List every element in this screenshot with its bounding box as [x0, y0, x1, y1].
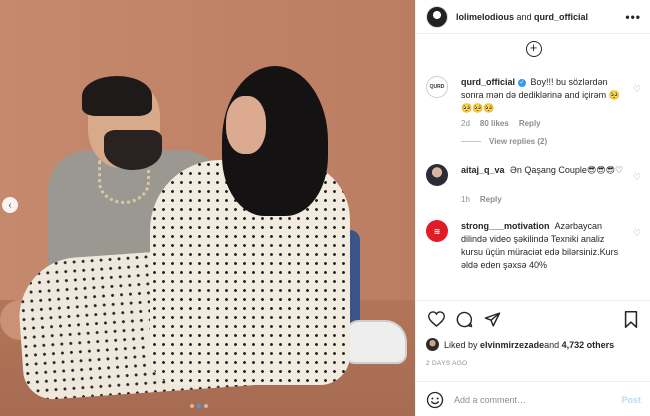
comment: ≋ strong___motivation Azərbaycan dilində…: [416, 214, 650, 272]
action-icons: [426, 309, 641, 329]
comment-username[interactable]: aitaj_q_va: [461, 165, 505, 175]
comment-input[interactable]: [454, 394, 622, 405]
liked-by: Liked by elvinmirzezade and 4,732 others: [426, 338, 614, 351]
plus-circle-icon[interactable]: +: [525, 41, 542, 57]
instagram-post: ‹ lolimelodious and qurd_official ••• + …: [0, 0, 650, 416]
liker-avatar[interactable]: [426, 338, 439, 351]
comment-meta: 2d 80 likes Reply: [461, 119, 650, 128]
share-paper-plane-icon[interactable]: [482, 309, 502, 329]
man-beard: [104, 130, 162, 170]
reply-button[interactable]: Reply: [519, 119, 541, 128]
comment: QURD qurd_official ✓ Boy!!! bu sözlərdən …: [416, 70, 650, 115]
carousel-dot: [190, 404, 194, 408]
bookmark-icon[interactable]: [621, 309, 641, 329]
comment-body: qurd_official ✓ Boy!!! bu sözlərdən sonra…: [461, 76, 626, 115]
post-actions: Liked by elvinmirzezade and 4,732 others…: [416, 300, 650, 416]
likes-count[interactable]: 4,732 others: [562, 340, 615, 350]
reply-line: [461, 141, 481, 142]
post-timestamp[interactable]: 2 DAYS AGO: [426, 360, 468, 367]
carousel-dot-active: [197, 404, 201, 408]
liker-username[interactable]: elvinmirzezade: [480, 340, 544, 350]
comment-username[interactable]: strong___motivation: [461, 221, 550, 231]
verified-badge-icon: ✓: [518, 78, 527, 87]
woman-face: [226, 96, 266, 154]
comment-meta: 1h Reply: [461, 195, 650, 204]
emoji-smiley-icon[interactable]: [426, 391, 444, 409]
add-comment-bar: Post: [416, 381, 650, 416]
comment-body: strong___motivation Azərbaycan dilində v…: [461, 220, 626, 272]
commenter-avatar[interactable]: [426, 164, 448, 186]
reply-button[interactable]: Reply: [480, 195, 502, 204]
comment: aitaj_q_va Ən Qaşang Couple😎😎😎♡ ♡: [416, 158, 650, 186]
man-hair: [82, 76, 152, 116]
author-connector: and: [514, 11, 535, 22]
heart-icon[interactable]: ♡: [633, 172, 641, 183]
author-avatar[interactable]: [426, 5, 448, 28]
comment-time: 2d: [461, 119, 470, 128]
liked-mid: and: [544, 339, 560, 350]
carousel-dots: [190, 404, 208, 408]
view-replies-label: View replies (2): [489, 137, 548, 146]
heart-icon[interactable]: ♡: [633, 228, 641, 239]
liked-prefix: Liked by: [444, 339, 478, 350]
like-heart-icon[interactable]: [426, 309, 446, 329]
comment-bubble-icon[interactable]: [454, 309, 474, 329]
post-photo[interactable]: ‹: [0, 0, 415, 416]
post-comment-button[interactable]: Post: [621, 395, 641, 405]
post-sidebar: lolimelodious and qurd_official ••• + QU…: [415, 0, 650, 416]
author-names: lolimelodious and qurd_official: [456, 12, 588, 22]
more-horizontal-icon[interactable]: •••: [625, 10, 641, 24]
commenter-avatar[interactable]: ≋: [426, 220, 448, 242]
collab-username[interactable]: qurd_official: [534, 12, 588, 22]
sneaker: [345, 320, 407, 364]
commenter-avatar[interactable]: QURD: [426, 76, 448, 98]
comments-list: QURD qurd_official ✓ Boy!!! bu sözlərdən …: [416, 70, 650, 300]
heart-icon[interactable]: ♡: [633, 84, 641, 95]
load-more-row: +: [416, 38, 650, 60]
author-username[interactable]: lolimelodious: [456, 12, 514, 22]
comment-body: aitaj_q_va Ən Qaşang Couple😎😎😎♡: [461, 164, 626, 186]
view-replies-button[interactable]: View replies (2): [461, 137, 650, 146]
comment-username[interactable]: qurd_official: [461, 77, 515, 87]
carousel-dot: [204, 404, 208, 408]
comment-time: 1h: [461, 195, 470, 204]
comment-likes[interactable]: 80 likes: [480, 119, 509, 128]
comment-text: Ən Qaşang Couple😎😎😎♡: [510, 165, 624, 175]
post-header: lolimelodious and qurd_official •••: [416, 0, 650, 34]
chevron-left-icon[interactable]: ‹: [2, 197, 18, 213]
